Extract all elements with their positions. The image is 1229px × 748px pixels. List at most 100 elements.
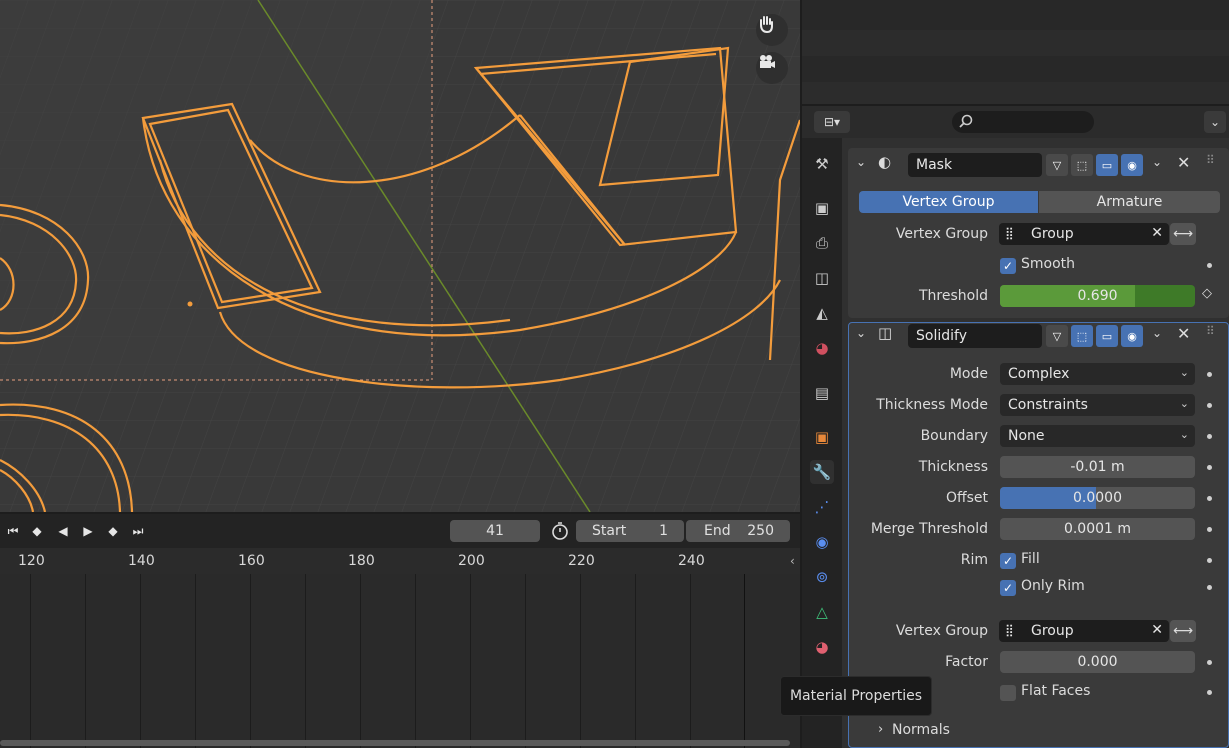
- keyframe-dot[interactable]: [1207, 496, 1212, 501]
- threshold-slider[interactable]: 0.690: [1000, 285, 1195, 307]
- camera-view-icon[interactable]: [756, 52, 788, 84]
- physics-tab-icon[interactable]: ◉: [810, 530, 834, 554]
- thickness-field[interactable]: -0.01 m: [1000, 456, 1195, 478]
- offset-slider[interactable]: 0.0000: [1000, 487, 1195, 509]
- vertex-group-label: Vertex Group: [895, 623, 988, 639]
- keyframe-diamond-icon[interactable]: ◇: [1202, 286, 1212, 301]
- outliner-panel[interactable]: [802, 0, 1229, 104]
- material-tab-icon[interactable]: ◕: [810, 635, 834, 659]
- hand-pan-icon[interactable]: [756, 14, 788, 46]
- collection-tab-icon[interactable]: ▤: [810, 381, 834, 405]
- keyframe-dot[interactable]: [1207, 527, 1212, 532]
- current-frame-value: 41: [486, 523, 504, 539]
- only-rim-checkbox[interactable]: ✓: [1000, 580, 1016, 596]
- modifier-tab-icon[interactable]: 🔧: [810, 460, 834, 484]
- keyframe-dot[interactable]: [1207, 465, 1212, 470]
- output-tab-icon[interactable]: ⎙: [810, 231, 834, 255]
- keyframe-dot[interactable]: [1207, 690, 1212, 695]
- edit-mode-toggle-icon[interactable]: ▽: [1046, 325, 1068, 347]
- modifier-name-field[interactable]: Mask: [908, 153, 1042, 177]
- invert-toggle-icon[interactable]: ⟷: [1170, 223, 1196, 245]
- merge-threshold-value: 0.0001 m: [1063, 521, 1132, 537]
- view-layer-tab-icon[interactable]: ◫: [810, 266, 834, 290]
- play-icon[interactable]: ▶: [77, 521, 99, 541]
- particles-tab-icon[interactable]: ⋰: [810, 495, 834, 519]
- properties-header: ⊟▾ ⌄: [802, 106, 1229, 138]
- tooltip: Material Properties: [780, 676, 932, 716]
- keyframe-dot[interactable]: [1207, 263, 1212, 268]
- end-frame-field[interactable]: End 250: [686, 520, 790, 542]
- tick-label: 160: [238, 553, 265, 569]
- object-tab-icon[interactable]: ▣: [810, 425, 834, 449]
- keyframe-dot[interactable]: [1207, 585, 1212, 590]
- chevron-down-icon[interactable]: ⌄: [1152, 155, 1162, 169]
- constraints-tab-icon[interactable]: ⊚: [810, 565, 834, 589]
- invert-toggle-icon[interactable]: ⟷: [1170, 620, 1196, 642]
- data-tab-icon[interactable]: △: [810, 600, 834, 624]
- mode-tab-vertex-group[interactable]: Vertex Group: [859, 191, 1038, 213]
- start-frame-field[interactable]: Start 1: [576, 520, 684, 542]
- world-tab-icon[interactable]: ◕: [810, 336, 834, 360]
- chevron-down-icon[interactable]: ⌄: [1152, 326, 1162, 340]
- viewport-toggle-icon[interactable]: ▭: [1096, 154, 1118, 176]
- timeline-ruler[interactable]: 120 140 160 180 200 220 240 ‹: [0, 548, 800, 574]
- tool-tab-icon[interactable]: ⚒: [810, 152, 834, 176]
- modifier-name: Solidify: [916, 328, 967, 344]
- keyframe-dot[interactable]: [1207, 372, 1212, 377]
- chevron-right-icon[interactable]: ›: [878, 722, 883, 737]
- end-value: 250: [747, 523, 774, 539]
- fill-checkbox[interactable]: ✓: [1000, 553, 1016, 569]
- jump-end-icon[interactable]: ⏭: [127, 521, 149, 541]
- scene-tab-icon[interactable]: ◭: [810, 301, 834, 325]
- close-icon[interactable]: ✕: [1177, 153, 1190, 172]
- clear-icon[interactable]: ✕: [1151, 622, 1163, 638]
- drag-handle-icon[interactable]: ⠿: [1206, 153, 1215, 167]
- vertex-group-field[interactable]: ⣿ Group ✕: [999, 620, 1169, 642]
- collapse-chevron-icon[interactable]: ⌄: [856, 326, 866, 340]
- chevron-down-icon[interactable]: ⌄: [1204, 111, 1226, 133]
- thickness-mode-dropdown[interactable]: Constraints ⌄: [1000, 394, 1195, 416]
- vertex-group-icon: ⣿: [1005, 623, 1014, 637]
- mode-tab-armature[interactable]: Armature: [1039, 191, 1220, 213]
- keyframe-dot[interactable]: [1207, 434, 1212, 439]
- collapse-chevron-icon[interactable]: ⌄: [856, 155, 866, 169]
- timeline-scrollbar[interactable]: [0, 740, 790, 746]
- next-keyframe-icon[interactable]: ◆: [102, 521, 124, 541]
- clear-icon[interactable]: ✕: [1151, 225, 1163, 241]
- factor-field[interactable]: 0.000: [1000, 651, 1195, 673]
- thickness-mode-value: Constraints: [1008, 397, 1088, 413]
- stopwatch-icon[interactable]: [550, 521, 572, 543]
- modifier-name-field[interactable]: Solidify: [908, 324, 1042, 348]
- editor-type-icon[interactable]: ⊟▾: [814, 111, 850, 133]
- merge-threshold-field[interactable]: 0.0001 m: [1000, 518, 1195, 540]
- boundary-dropdown[interactable]: None ⌄: [1000, 425, 1195, 447]
- cage-toggle-icon[interactable]: ⬚: [1071, 154, 1093, 176]
- normals-subpanel-label[interactable]: Normals: [892, 722, 950, 738]
- render-tab-icon[interactable]: ▣: [810, 196, 834, 220]
- vertex-group-field[interactable]: ⣿ Group ✕: [999, 223, 1169, 245]
- viewport-toggle-icon[interactable]: ▭: [1096, 325, 1118, 347]
- play-reverse-icon[interactable]: ◀: [52, 521, 74, 541]
- search-field[interactable]: [952, 111, 1094, 133]
- collapse-arrow-icon[interactable]: ‹: [790, 554, 795, 568]
- tick-label: 220: [568, 553, 595, 569]
- jump-start-icon[interactable]: ⏮: [2, 521, 24, 541]
- mode-dropdown[interactable]: Complex ⌄: [1000, 363, 1195, 385]
- flat-faces-checkbox[interactable]: [1000, 685, 1016, 701]
- thickness-label: Thickness: [918, 459, 988, 475]
- render-toggle-icon[interactable]: ◉: [1121, 154, 1143, 176]
- threshold-value: 0.690: [1077, 288, 1118, 304]
- render-toggle-icon[interactable]: ◉: [1121, 325, 1143, 347]
- cage-toggle-icon[interactable]: ⬚: [1071, 325, 1093, 347]
- drag-handle-icon[interactable]: ⠿: [1206, 324, 1215, 338]
- current-frame-field[interactable]: 41: [450, 520, 540, 542]
- smooth-checkbox[interactable]: ✓: [1000, 258, 1016, 274]
- edit-mode-toggle-icon[interactable]: ▽: [1046, 154, 1068, 176]
- timeline-body[interactable]: [0, 574, 800, 748]
- close-icon[interactable]: ✕: [1177, 324, 1190, 343]
- keyframe-dot[interactable]: [1207, 558, 1212, 563]
- 3d-viewport[interactable]: [0, 0, 800, 512]
- keyframe-dot[interactable]: [1207, 403, 1212, 408]
- prev-keyframe-icon[interactable]: ◆: [26, 521, 48, 541]
- keyframe-dot[interactable]: [1207, 660, 1212, 665]
